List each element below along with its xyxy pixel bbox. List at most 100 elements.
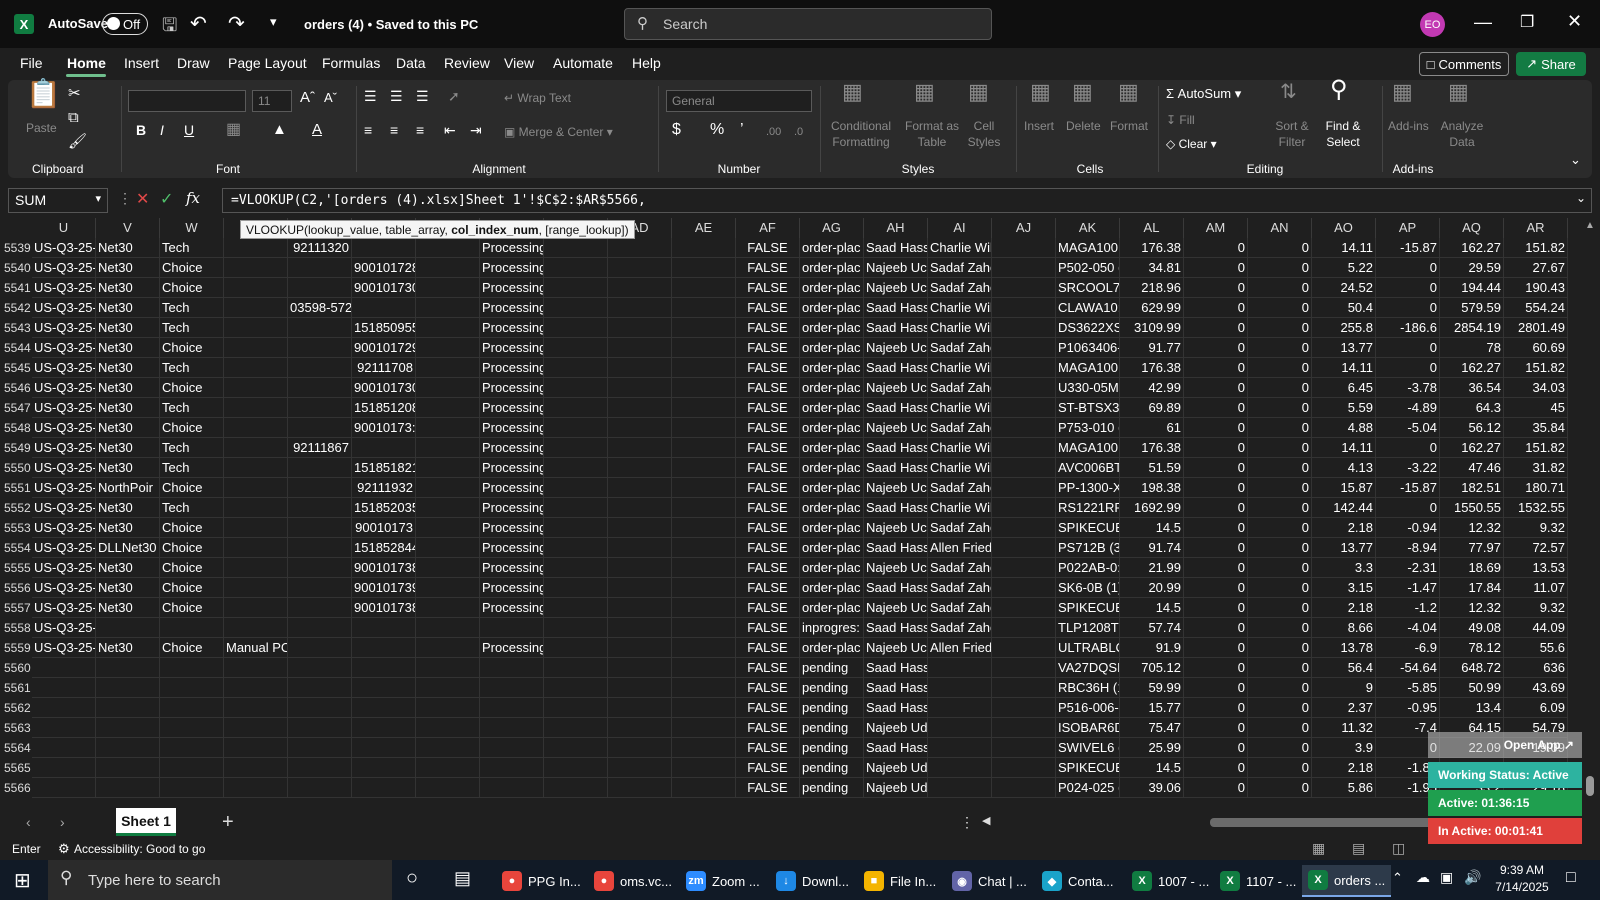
table-cell[interactable]: Sadaf Zaheer: [928, 338, 992, 358]
table-cell[interactable]: [672, 718, 736, 738]
table-cell[interactable]: US-Q3-25-: [32, 258, 96, 278]
enter-formula-icon[interactable]: ✓: [160, 189, 173, 209]
table-cell[interactable]: P516-006-: [1056, 698, 1120, 718]
table-cell[interactable]: 9: [1312, 678, 1376, 698]
table-cell[interactable]: [224, 758, 288, 778]
row-header[interactable]: 5547: [0, 398, 32, 418]
table-cell[interactable]: [352, 698, 416, 718]
fill-button[interactable]: ↧ Fill: [1166, 112, 1195, 128]
table-cell[interactable]: -1.47: [1376, 578, 1440, 598]
table-cell[interactable]: Net30: [96, 598, 160, 618]
table-cell[interactable]: Saad Hassan: [864, 658, 928, 678]
table-cell[interactable]: [224, 598, 288, 618]
delete-cells-icon[interactable]: ▦: [1072, 81, 1093, 103]
table-cell[interactable]: 14.5: [1120, 518, 1184, 538]
network-icon[interactable]: ☁: [1416, 869, 1430, 886]
table-cell[interactable]: 151851208: [352, 398, 416, 418]
table-cell[interactable]: 78.12: [1440, 638, 1504, 658]
table-cell[interactable]: [288, 378, 352, 398]
table-cell[interactable]: Najeeb Uc: [864, 598, 928, 618]
table-cell[interactable]: DLLNet30: [96, 538, 160, 558]
table-cell[interactable]: 0: [1184, 618, 1248, 638]
table-cell[interactable]: [992, 578, 1056, 598]
table-cell[interactable]: [288, 778, 352, 798]
table-cell[interactable]: [288, 498, 352, 518]
table-cell[interactable]: 5.59: [1312, 398, 1376, 418]
table-cell[interactable]: US-Q3-25-: [32, 458, 96, 478]
underline-button[interactable]: U: [184, 122, 194, 138]
horizontal-scrollbar[interactable]: [1210, 818, 1460, 827]
table-cell[interactable]: [224, 398, 288, 418]
table-cell[interactable]: -3.78: [1376, 378, 1440, 398]
table-cell[interactable]: [544, 678, 608, 698]
table-cell[interactable]: Choice: [160, 538, 224, 558]
table-cell[interactable]: 0: [1248, 778, 1312, 798]
table-cell[interactable]: 50.4: [1312, 298, 1376, 318]
table-cell[interactable]: [608, 298, 672, 318]
table-cell[interactable]: Sadaf Zaheer: [928, 478, 992, 498]
table-cell[interactable]: [416, 658, 480, 678]
table-cell[interactable]: [928, 738, 992, 758]
table-cell[interactable]: [928, 718, 992, 738]
table-cell[interactable]: [224, 658, 288, 678]
table-cell[interactable]: TLP1208TE: [1056, 618, 1120, 638]
table-cell[interactable]: -0.94: [1376, 518, 1440, 538]
table-cell[interactable]: 0: [1184, 278, 1248, 298]
table-cell[interactable]: 0: [1184, 738, 1248, 758]
table-cell[interactable]: DS3622XS-: [1056, 318, 1120, 338]
table-cell[interactable]: [160, 778, 224, 798]
display-icon[interactable]: ▣: [1440, 869, 1453, 886]
table-cell[interactable]: [672, 298, 736, 318]
table-cell[interactable]: pending: [800, 758, 864, 778]
decrease-decimal-icon[interactable]: .0: [794, 124, 803, 140]
table-cell[interactable]: Net30: [96, 238, 160, 258]
table-cell[interactable]: Processing: [480, 598, 544, 618]
table-cell[interactable]: [480, 718, 544, 738]
table-cell[interactable]: 42.99: [1120, 378, 1184, 398]
table-cell[interactable]: SRCOOL7k: [1056, 278, 1120, 298]
table-cell[interactable]: 176.38: [1120, 358, 1184, 378]
table-cell[interactable]: 72.57: [1504, 538, 1568, 558]
table-cell[interactable]: 0: [1248, 498, 1312, 518]
save-icon[interactable]: 🖫: [162, 13, 177, 43]
table-cell[interactable]: Processing: [480, 358, 544, 378]
table-cell[interactable]: Processing: [480, 318, 544, 338]
row-header[interactable]: 5557: [0, 598, 32, 618]
table-cell[interactable]: [160, 718, 224, 738]
align-bottom-icon[interactable]: ☰: [416, 88, 429, 104]
table-cell[interactable]: Choice: [160, 598, 224, 618]
table-cell[interactable]: Choice: [160, 638, 224, 658]
table-cell[interactable]: 44.09: [1504, 618, 1568, 638]
table-cell[interactable]: [224, 418, 288, 438]
font-size-select[interactable]: 11: [252, 90, 292, 112]
table-cell[interactable]: Net30: [96, 518, 160, 538]
table-cell[interactable]: Tech: [160, 298, 224, 318]
analyze-data-button[interactable]: Analyze Data: [1440, 118, 1484, 150]
table-cell[interactable]: Processing: [480, 378, 544, 398]
table-cell[interactable]: [608, 318, 672, 338]
table-cell[interactable]: [352, 758, 416, 778]
table-cell[interactable]: [480, 778, 544, 798]
table-cell[interactable]: 900101728: [352, 258, 416, 278]
table-cell[interactable]: 218.96: [1120, 278, 1184, 298]
table-cell[interactable]: [480, 698, 544, 718]
table-cell[interactable]: Saad Hassan: [864, 738, 928, 758]
windows-start-icon[interactable]: ⊞: [14, 868, 31, 893]
table-cell[interactable]: 0: [1184, 558, 1248, 578]
percent-icon[interactable]: %: [710, 122, 724, 138]
table-cell[interactable]: FALSE: [736, 538, 800, 558]
scroll-left-icon[interactable]: ◀: [982, 814, 990, 827]
table-cell[interactable]: Net30: [96, 278, 160, 298]
table-cell[interactable]: 0: [1248, 438, 1312, 458]
table-cell[interactable]: -15.87: [1376, 478, 1440, 498]
table-cell[interactable]: Charlie Wilson: [928, 298, 992, 318]
table-cell[interactable]: 24.52: [1312, 278, 1376, 298]
table-cell[interactable]: 0: [1248, 318, 1312, 338]
align-middle-icon[interactable]: ☰: [390, 88, 403, 104]
table-cell[interactable]: FALSE: [736, 478, 800, 498]
table-cell[interactable]: [992, 718, 1056, 738]
table-cell[interactable]: order-plac: [800, 358, 864, 378]
fill-color-icon[interactable]: ▲: [272, 122, 287, 138]
table-cell[interactable]: US-Q3-25-: [32, 498, 96, 518]
table-cell[interactable]: US-Q3-25-: [32, 238, 96, 258]
